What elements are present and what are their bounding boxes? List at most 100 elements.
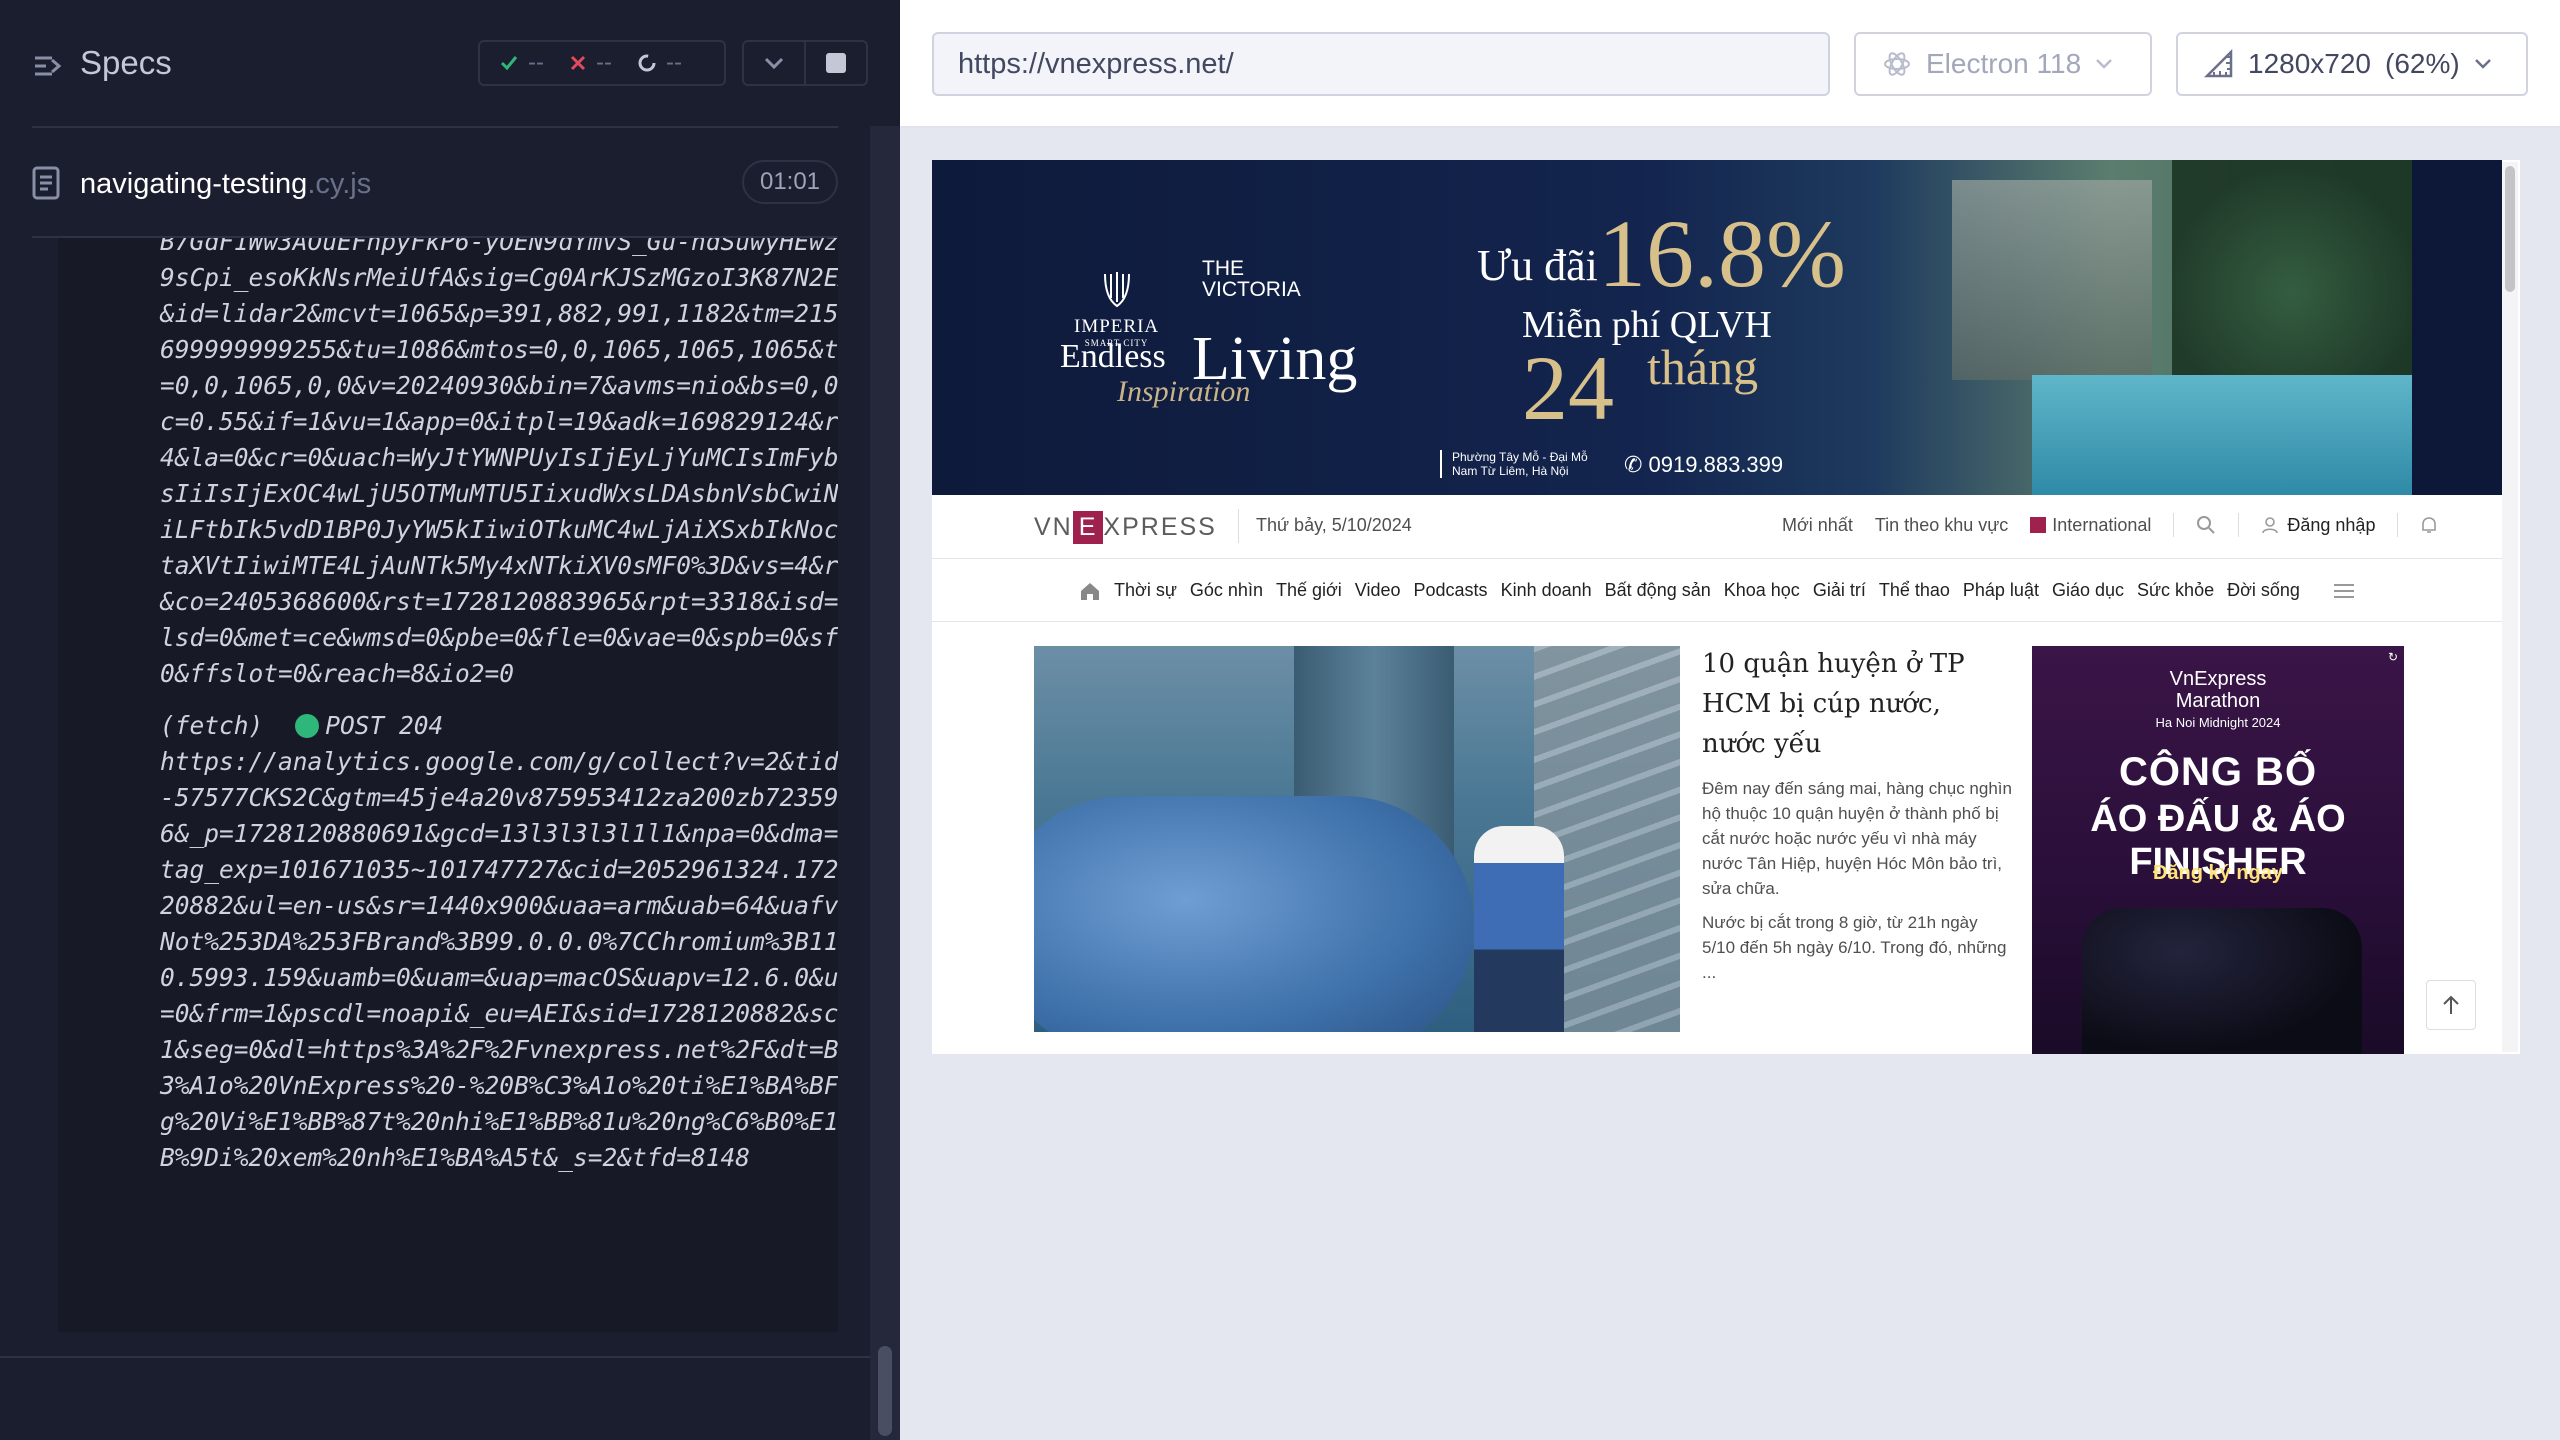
test-stats: -- -- -- — [478, 40, 726, 86]
article-description: Đêm nay đến sáng mai, hàng chục nghìn hộ… — [1702, 779, 2012, 898]
pending-count: -- — [665, 49, 682, 76]
site-header: VN E XPRESS Thứ bảy, 5/10/2024 Mới nhất Ti… — [932, 495, 2502, 559]
link-international-label: International — [2052, 514, 2152, 535]
nav-item[interactable]: Thời sự — [1114, 580, 1177, 601]
status-dot-icon — [295, 714, 320, 738]
article-title[interactable]: 10 quận huyện ở TP HCM bị cúp nước, nước… — [1702, 644, 2012, 764]
marathon-ad[interactable]: ↻ VnExpress Marathon Ha Noi Midnight 202… — [2032, 646, 2404, 1054]
divider — [0, 1356, 870, 1358]
login-link[interactable]: Đăng nhập — [2261, 515, 2375, 536]
page-scrollbar-track[interactable] — [2502, 162, 2518, 1052]
nav-item[interactable]: Góc nhìn — [1190, 580, 1263, 601]
home-icon[interactable] — [1079, 580, 1101, 602]
link-latest[interactable]: Mới nhất — [1782, 515, 1853, 536]
nav-item[interactable]: Giáo dục — [2052, 580, 2124, 601]
image-detail — [1034, 796, 1474, 1032]
specs-title[interactable]: Specs — [80, 44, 172, 82]
nav-item[interactable]: Thể thao — [1879, 580, 1950, 601]
divider — [2173, 513, 2175, 537]
nav-item[interactable]: Podcasts — [1414, 580, 1488, 601]
ruler-icon — [2204, 49, 2233, 78]
ad-brand: VnExpress Marathon Ha Noi Midnight 2024 — [2032, 668, 2404, 734]
nav-item[interactable]: Sức khỏe — [2137, 580, 2214, 601]
browser-selector[interactable]: Electron 118 — [1854, 32, 2152, 96]
nav-item[interactable]: Đời sống — [2227, 580, 2300, 601]
collapse-sidebar-icon[interactable] — [32, 50, 64, 82]
scrollbar-thumb[interactable] — [878, 1346, 892, 1436]
viewport-selector[interactable]: 1280x720 (62%) — [2176, 32, 2528, 96]
link-regional[interactable]: Tin theo khu vực — [1875, 515, 2008, 536]
stop-button[interactable] — [806, 40, 868, 86]
nav-item[interactable]: Video — [1355, 580, 1401, 601]
passed-count: -- — [528, 49, 544, 76]
nav-item[interactable]: Pháp luật — [1963, 580, 2039, 601]
banner-phone-number: 0919.883.399 — [1648, 452, 1784, 477]
spec-file-ext: .cy.js — [307, 168, 372, 200]
spec-file-name: navigating-testing.cy.js — [80, 168, 371, 201]
pending-icon — [638, 54, 656, 72]
menu-icon[interactable] — [2333, 583, 2355, 599]
ad-headline: CÔNG BỐ — [2118, 750, 2318, 794]
banner-uudai: Ưu đãi — [1477, 241, 1598, 290]
imperia-crest-icon — [1103, 272, 1130, 308]
nav-item[interactable]: Kinh doanh — [1501, 580, 1592, 601]
banner-phone: ✆ 0919.883.399 — [1624, 452, 1784, 477]
scrollbar-track[interactable] — [870, 126, 900, 1440]
chevron-down-icon — [764, 57, 784, 70]
site-date: Thứ bảy, 5/10/2024 — [1256, 515, 1412, 535]
header-links: Mới nhất Tin theo khu vực International … — [1782, 513, 2438, 537]
reporter-panel: Specs -- -- -- navigating-testing.cy.js … — [0, 0, 900, 1440]
search-icon[interactable] — [2196, 515, 2216, 535]
victoria-logo: THE VICTORIA — [1202, 258, 1301, 300]
banner-months-word: tháng — [1647, 339, 1759, 395]
banner-address-line1: Phường Tây Mỗ - Đại Mỗ — [1452, 450, 1588, 464]
nav-item[interactable]: Thế giới — [1276, 580, 1342, 601]
link-international[interactable]: International — [2030, 515, 2151, 536]
browser-name: Electron 118 — [1926, 48, 2082, 79]
nav-item[interactable]: Giải trí — [1813, 580, 1866, 601]
spec-file-basename: navigating-testing — [80, 168, 308, 200]
nav-item[interactable]: Khoa học — [1724, 580, 1800, 601]
banner-months-number: 24 — [1522, 337, 1614, 439]
main-nav: Thời sự Góc nhìn Thế giới Video Podcasts… — [932, 560, 2502, 622]
divider — [1238, 509, 1239, 543]
stop-icon — [826, 53, 846, 73]
image-detail — [1474, 826, 1564, 1032]
nav-item[interactable]: Bất động sản — [1605, 580, 1711, 601]
url-field[interactable]: https://vnexpress.net/ — [932, 32, 1830, 96]
banner-building-image — [1952, 180, 2152, 380]
aut-panel: https://vnexpress.net/ Electron 118 1280… — [900, 0, 2560, 1440]
chevron-down-icon — [2474, 59, 2491, 69]
aut-iframe[interactable]: IMPERIA SMART CITY THE VICTORIA Endless … — [932, 160, 2520, 1054]
logo-xpress: XPRESS — [1103, 513, 1217, 541]
bell-icon[interactable] — [2420, 515, 2438, 535]
ad-info-icon[interactable]: ↻ — [2386, 650, 2400, 664]
expand-options-button[interactable] — [742, 40, 806, 86]
user-icon — [2262, 517, 2279, 534]
banner-address-line2: Nam Từ Liêm, Hà Nội — [1452, 464, 1569, 478]
divider — [2397, 513, 2399, 537]
check-icon — [500, 56, 518, 71]
browser-toolbar: https://vnexpress.net/ Electron 118 1280… — [900, 0, 2560, 128]
banner-percent: 16.8% — [1598, 200, 1846, 307]
spec-file-row[interactable]: navigating-testing.cy.js 01:01 — [0, 150, 870, 220]
scroll-to-top-button[interactable] — [2426, 980, 2476, 1030]
article-thumbnail[interactable] — [1034, 646, 1680, 1032]
failed-count: -- — [595, 49, 612, 76]
banner-address: Phường Tây Mỗ - Đại Mỗ Nam Từ Liêm, Hà N… — [1440, 450, 1588, 478]
fetch-log-entry[interactable]: (fetch) POST 204 — [160, 708, 838, 744]
imperia-text: IMPERIA — [1074, 316, 1160, 337]
passed-stat: -- — [498, 49, 544, 77]
log-prev-url: B7GdF1Ww3AOuEFhpyFkP6-yOEN9dYmvS_Gu-hdSu… — [160, 238, 838, 688]
banner-pool-image — [2032, 375, 2442, 495]
ad-cta[interactable]: Đăng ký ngay — [2032, 862, 2404, 885]
site-logo[interactable]: VN E XPRESS — [1034, 511, 1217, 544]
ad-shirts-image — [2082, 908, 2362, 1054]
specs-header: Specs -- -- -- — [0, 0, 900, 130]
article-description-more: Nước bị cắt trong 8 giờ, từ 21h ngày 5/1… — [1702, 913, 2007, 982]
banner-inspiration: Inspiration — [1117, 375, 1251, 408]
page-scrollbar-thumb[interactable] — [2505, 166, 2515, 292]
banner-ad[interactable]: IMPERIA SMART CITY THE VICTORIA Endless … — [932, 160, 2502, 495]
command-log[interactable]: B7GdF1Ww3AOuEFhpyFkP6-yOEN9dYmvS_Gu-hdSu… — [58, 238, 838, 1332]
victoria-line1: THE — [1202, 257, 1244, 280]
